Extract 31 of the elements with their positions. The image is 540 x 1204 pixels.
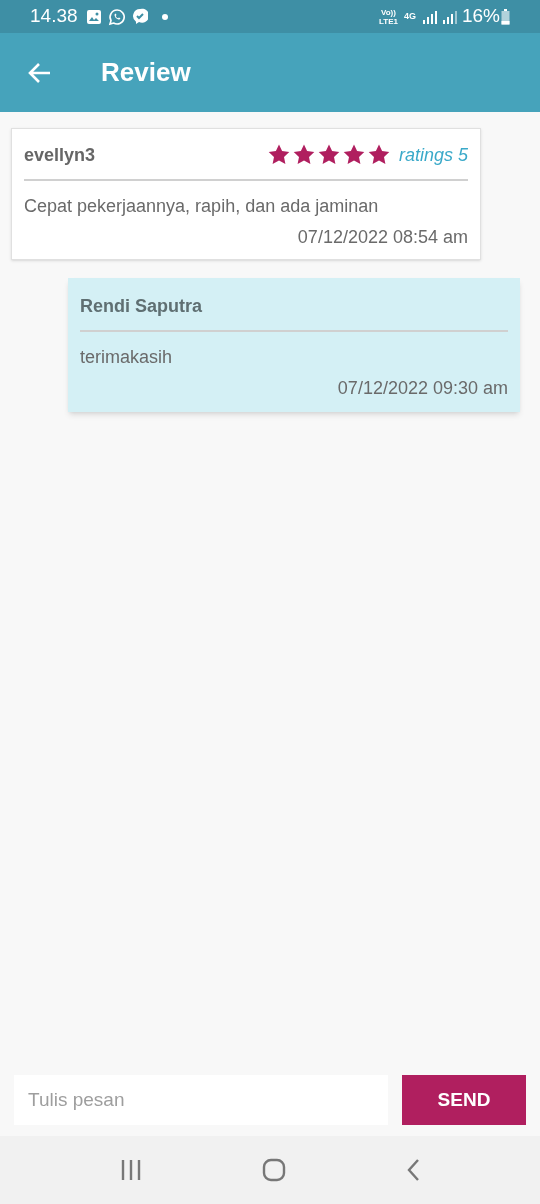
gallery-icon: [85, 8, 102, 25]
filled-star-icon: [316, 143, 341, 167]
signal-icon: [421, 9, 438, 24]
filled-star-icon: [291, 143, 316, 167]
battery-icon: [501, 8, 510, 25]
screen-title: Review: [101, 56, 191, 89]
send-button[interactable]: SEND: [402, 1075, 526, 1125]
message-text: Cepat pekerjaannya, rapih, dan ada jaminan: [24, 195, 380, 218]
dot-icon: [161, 13, 168, 20]
timestamp: 07/12/2022 08:54 am: [297, 226, 468, 249]
lte-label: LTE1: [379, 16, 398, 26]
back-arrow-icon: [28, 61, 52, 84]
battery-percent: 16%: [461, 4, 500, 29]
filled-star-icon: [341, 143, 366, 167]
check-bubble-icon: [131, 8, 148, 25]
message-input-field[interactable]: Tulis pesan: [14, 1075, 388, 1125]
author-name: Rendi Saputra: [80, 294, 203, 318]
status-time: 14.38: [30, 4, 78, 29]
timestamp: 07/12/2022 09:30 am: [337, 377, 508, 400]
home-icon[interactable]: [262, 1158, 286, 1182]
data-type-label: 4G: [403, 9, 416, 23]
author-name: evellyn3: [24, 143, 96, 167]
signal-icon: [441, 9, 458, 24]
message-text: terimakasih: [80, 346, 174, 369]
back-icon[interactable]: [406, 1158, 420, 1182]
volte-label: Vo)): [381, 7, 396, 17]
rating-label: ratings 5: [398, 143, 468, 167]
filled-star-icon: [266, 143, 291, 167]
chat-bubble-icon: [107, 7, 126, 26]
recent-apps-icon[interactable]: [120, 1159, 142, 1181]
filled-star-icon: [366, 143, 391, 167]
